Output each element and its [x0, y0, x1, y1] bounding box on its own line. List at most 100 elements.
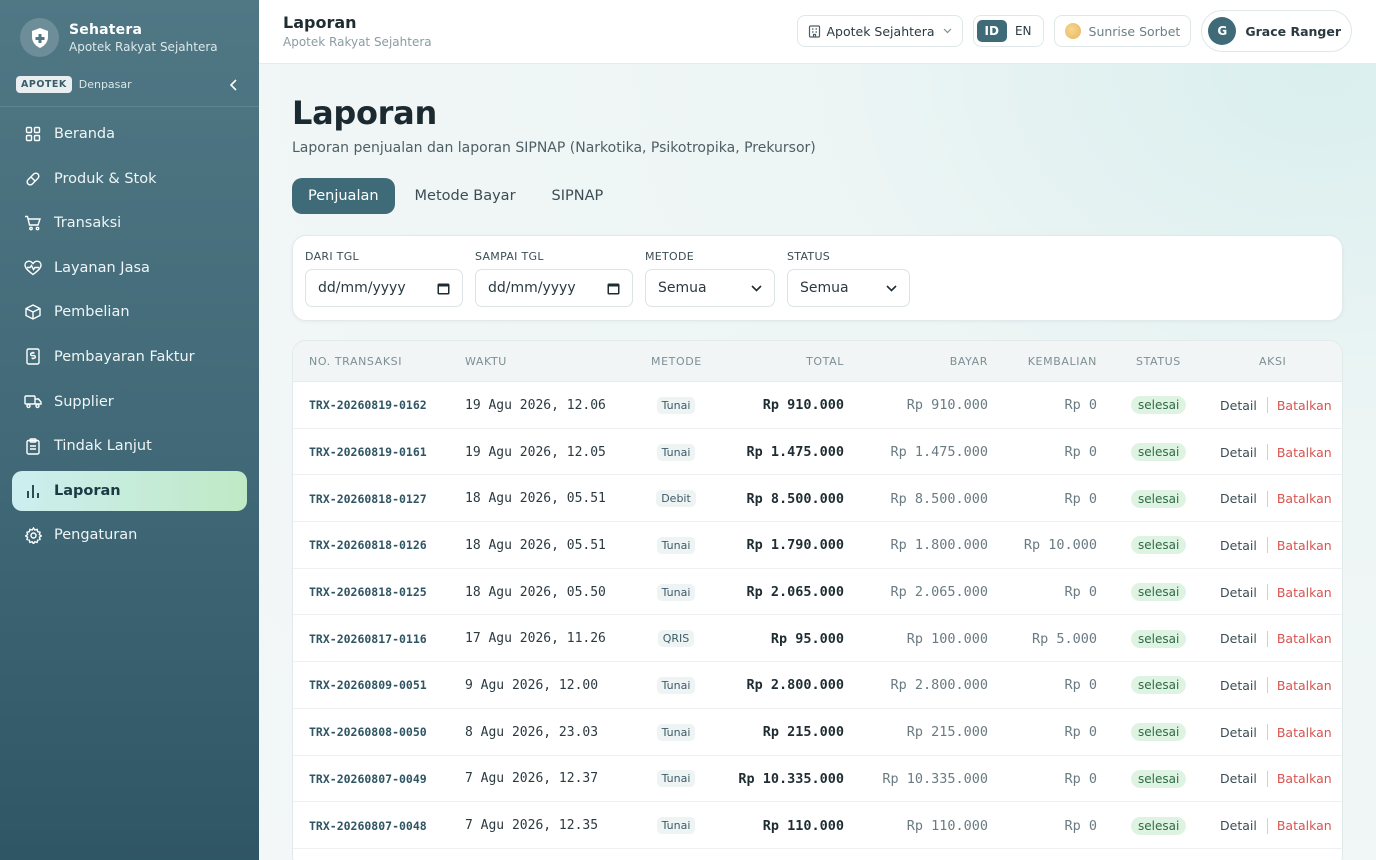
detail-link[interactable]: Detail — [1220, 491, 1257, 506]
store-select[interactable]: Apotek Sejahtera — [796, 15, 963, 47]
user-menu-button[interactable]: G Grace Ranger — [1201, 10, 1352, 52]
cancel-link[interactable]: Batalkan — [1277, 445, 1332, 460]
cancel-link[interactable]: Batalkan — [1277, 725, 1332, 740]
paid-amount: Rp 100.000 — [906, 630, 988, 647]
user-name: Grace Ranger — [1245, 23, 1341, 39]
method-cell: QRIS — [651, 615, 701, 662]
status-cell: selesai — [1131, 709, 1187, 756]
filter-from-date: DARI TGL dd/mm/yyyy — [305, 250, 463, 307]
row-actions: Detail Batalkan — [1220, 756, 1332, 803]
top-header: Laporan Apotek Rakyat Sejahtera Apotek S… — [259, 0, 1376, 64]
paid-amount: Rp 2.065.000 — [890, 584, 988, 601]
status-badge: selesai — [1131, 489, 1187, 508]
detail-link[interactable]: Detail — [1220, 725, 1257, 740]
table-row: TRX-20260809-0051 9 Agu 2026, 12.00 Tunai R… — [293, 662, 1342, 709]
chevron-down-icon — [886, 284, 897, 292]
cancel-link[interactable]: Batalkan — [1277, 771, 1332, 786]
method-cell: Tunai — [651, 382, 701, 429]
collapse-sidebar-button[interactable] — [226, 77, 242, 93]
detail-link[interactable]: Detail — [1220, 445, 1257, 460]
transaction-time: 9 Agu 2026, 12.00 — [465, 677, 599, 693]
cancel-link[interactable]: Batalkan — [1277, 538, 1332, 553]
branch-info: APOTEK Denpasar — [16, 76, 242, 93]
table-row: TRX-20260808-0050 8 Agu 2026, 23.03 Tunai R… — [293, 709, 1342, 756]
detail-link[interactable]: Detail — [1220, 631, 1257, 646]
column-header: METODE — [651, 355, 702, 368]
avatar: G — [1208, 17, 1237, 45]
cancel-link[interactable]: Batalkan — [1277, 631, 1332, 646]
detail-link[interactable]: Detail — [1220, 585, 1257, 600]
method-badge: Tunai — [656, 817, 696, 835]
sidebar-item-tindak-lanjut[interactable]: Tindak Lanjut — [12, 426, 247, 466]
action-divider — [1266, 584, 1268, 601]
transaction-time: 17 Agu 2026, 11.26 — [465, 631, 606, 647]
theme-switch-button[interactable]: Sunrise Sorbet — [1053, 15, 1192, 47]
sidebar-item-produk-stok[interactable]: Produk & Stok — [12, 159, 247, 199]
cart-icon — [24, 214, 42, 232]
transaction-time: 8 Agu 2026, 23.03 — [465, 724, 599, 740]
detail-link[interactable]: Detail — [1220, 398, 1257, 413]
method-cell: Tunai — [651, 802, 701, 849]
sidebar-item-layanan-jasa[interactable]: Layanan Jasa — [12, 248, 247, 288]
detail-link[interactable]: Detail — [1220, 538, 1257, 553]
gear-icon — [24, 526, 42, 544]
sidebar-item-label: Produk & Stok — [54, 170, 157, 187]
detail-link[interactable]: Detail — [1220, 818, 1257, 833]
row-actions: Detail Batalkan — [1220, 615, 1332, 662]
sidebar-item-transaksi[interactable]: Transaksi — [12, 203, 247, 243]
sidebar-item-pembayaran-faktur[interactable]: Pembayaran Faktur — [12, 337, 247, 377]
tab-sipnap[interactable]: SIPNAP — [536, 178, 620, 214]
lang-en-button[interactable]: EN — [1007, 20, 1040, 42]
table-row: TRX-20260807-0049 7 Agu 2026, 12.37 Tunai R… — [293, 756, 1342, 803]
method-select[interactable]: Semua — [645, 269, 775, 307]
sidebar-item-label: Pengaturan — [54, 527, 138, 544]
status-badge: selesai — [1131, 536, 1187, 555]
sidebar-item-beranda[interactable]: Beranda — [12, 114, 247, 154]
table-row: TRX-20260818-0127 18 Agu 2026, 05.51 Debit… — [293, 475, 1342, 523]
filter-status: STATUS Semua — [787, 250, 910, 307]
detail-link[interactable]: Detail — [1220, 678, 1257, 693]
cancel-link[interactable]: Batalkan — [1277, 491, 1332, 506]
tab-penjualan[interactable]: Penjualan — [292, 178, 395, 214]
sidebar-divider — [0, 106, 259, 107]
change-amount: Rp 0 — [1064, 444, 1097, 461]
method-cell: Debit — [651, 475, 701, 522]
action-divider — [1266, 817, 1268, 834]
transaction-number: TRX-20260808-0050 — [309, 725, 427, 740]
method-badge: Tunai — [656, 770, 696, 788]
transactions-table: NO. TRANSAKSI WAKTU METODE TOTAL BAYAR K… — [292, 340, 1343, 860]
table-row: TRX-20260817-0116 17 Agu 2026, 11.26 QRIS R… — [293, 615, 1342, 663]
lang-id-button[interactable]: ID — [976, 20, 1007, 42]
total-amount: Rp 215.000 — [762, 724, 844, 741]
total-amount: Rp 1.790.000 — [746, 537, 844, 554]
row-actions: Detail Batalkan — [1220, 709, 1332, 756]
tab-metode-bayar[interactable]: Metode Bayar — [399, 178, 532, 214]
sidebar-item-supplier[interactable]: Supplier — [12, 382, 247, 422]
sidebar-item-pembelian[interactable]: Pembelian — [12, 292, 247, 332]
sidebar-item-laporan[interactable]: Laporan — [12, 470, 247, 511]
column-header: WAKTU — [465, 355, 507, 368]
detail-link[interactable]: Detail — [1220, 771, 1257, 786]
cancel-link[interactable]: Batalkan — [1277, 398, 1332, 413]
method-cell: Tunai — [651, 569, 701, 616]
sidebar-nav: Beranda Produk & Stok Transaksi Layanan … — [12, 114, 247, 560]
sidebar-item-label: Pembelian — [54, 304, 130, 321]
transaction-number: TRX-20260818-0126 — [309, 538, 427, 553]
to-date-input[interactable]: dd/mm/yyyy — [475, 269, 633, 307]
row-actions: Detail Batalkan — [1220, 429, 1332, 476]
cancel-link[interactable]: Batalkan — [1277, 585, 1332, 600]
method-badge: Tunai — [656, 396, 696, 414]
sidebar-item-pengaturan[interactable]: Pengaturan — [12, 515, 247, 555]
status-select[interactable]: Semua — [787, 269, 910, 307]
total-amount: Rp 110.000 — [762, 817, 844, 834]
column-header: KEMBALIAN — [1027, 355, 1097, 368]
cancel-link[interactable]: Batalkan — [1277, 678, 1332, 693]
action-divider — [1266, 490, 1268, 507]
action-divider — [1266, 724, 1268, 741]
cancel-link[interactable]: Batalkan — [1277, 818, 1332, 833]
total-amount: Rp 2.800.000 — [746, 677, 844, 694]
shield-logo-icon — [20, 18, 59, 57]
from-date-input[interactable]: dd/mm/yyyy — [305, 269, 463, 307]
change-amount: Rp 0 — [1064, 770, 1097, 787]
row-actions: Detail Batalkan — [1220, 662, 1332, 709]
